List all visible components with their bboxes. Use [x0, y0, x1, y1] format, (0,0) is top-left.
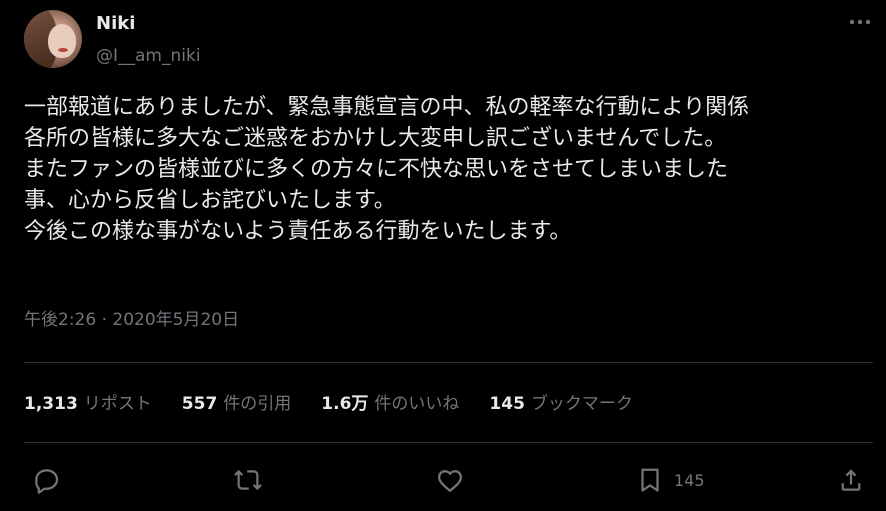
- avatar-face: [48, 24, 76, 58]
- quotes-count: 557: [181, 394, 218, 414]
- avatar-lips: [58, 48, 68, 52]
- bookmarks-count: 145: [489, 394, 525, 414]
- reposts-label: リポスト: [83, 394, 152, 414]
- heart-icon: [435, 465, 465, 495]
- bookmark-count: 145: [674, 470, 705, 490]
- tweet-text-line: またファンの皆様並びに多くの方々に不快な思いをさせてしまいました: [24, 157, 729, 182]
- tweet-text-line: 各所の皆様に多大なご迷惑をおかけし大変申し訳ございませんでした。: [24, 126, 727, 151]
- divider: [24, 442, 873, 443]
- user-handle[interactable]: @I__am_niki: [96, 45, 201, 67]
- tweet-text: 一部報道にありましたが、緊急事態宣言の中、私の軽率な行動により関係 各所の皆様に…: [24, 92, 874, 247]
- like-button[interactable]: [435, 462, 465, 498]
- tweet-text-line: 今後この様な事がないよう責任ある行動をいたします。: [24, 219, 572, 244]
- share-button[interactable]: [836, 462, 866, 498]
- bookmark-button[interactable]: 145: [635, 462, 705, 498]
- more-horizontal-icon[interactable]: [846, 12, 874, 32]
- divider: [24, 362, 873, 363]
- avatar[interactable]: [24, 10, 82, 68]
- bookmark-icon: [635, 465, 665, 495]
- bookmarks-stat[interactable]: 145 ブックマーク: [489, 392, 633, 416]
- repost-icon: [232, 465, 264, 495]
- likes-label: 件のいいね: [374, 394, 460, 414]
- display-name[interactable]: Niki: [96, 13, 135, 35]
- share-icon: [836, 465, 866, 495]
- tweet-text-line: 事、心から反省しお詫びいたします。: [24, 188, 396, 213]
- likes-count: 1.6万: [321, 394, 369, 414]
- reply-button[interactable]: [32, 462, 62, 498]
- bookmarks-label: ブックマーク: [530, 394, 633, 414]
- likes-stat[interactable]: 1.6万 件のいいね: [321, 392, 459, 416]
- reposts-count: 1,313: [24, 394, 78, 414]
- quotes-label: 件の引用: [223, 394, 292, 414]
- reply-icon: [32, 465, 62, 495]
- repost-button[interactable]: [232, 462, 264, 498]
- action-bar: 145: [0, 462, 886, 498]
- tweet-timestamp[interactable]: 午後2:26 · 2020年5月20日: [24, 308, 239, 332]
- tweet-text-line: 一部報道にありましたが、緊急事態宣言の中、私の軽率な行動により関係: [24, 95, 750, 120]
- reposts-stat[interactable]: 1,313 リポスト: [24, 392, 152, 416]
- quotes-stat[interactable]: 557 件の引用: [182, 392, 292, 416]
- engagement-stats: 1,313 リポスト 557 件の引用 1.6万 件のいいね 145 ブックマー…: [24, 392, 663, 416]
